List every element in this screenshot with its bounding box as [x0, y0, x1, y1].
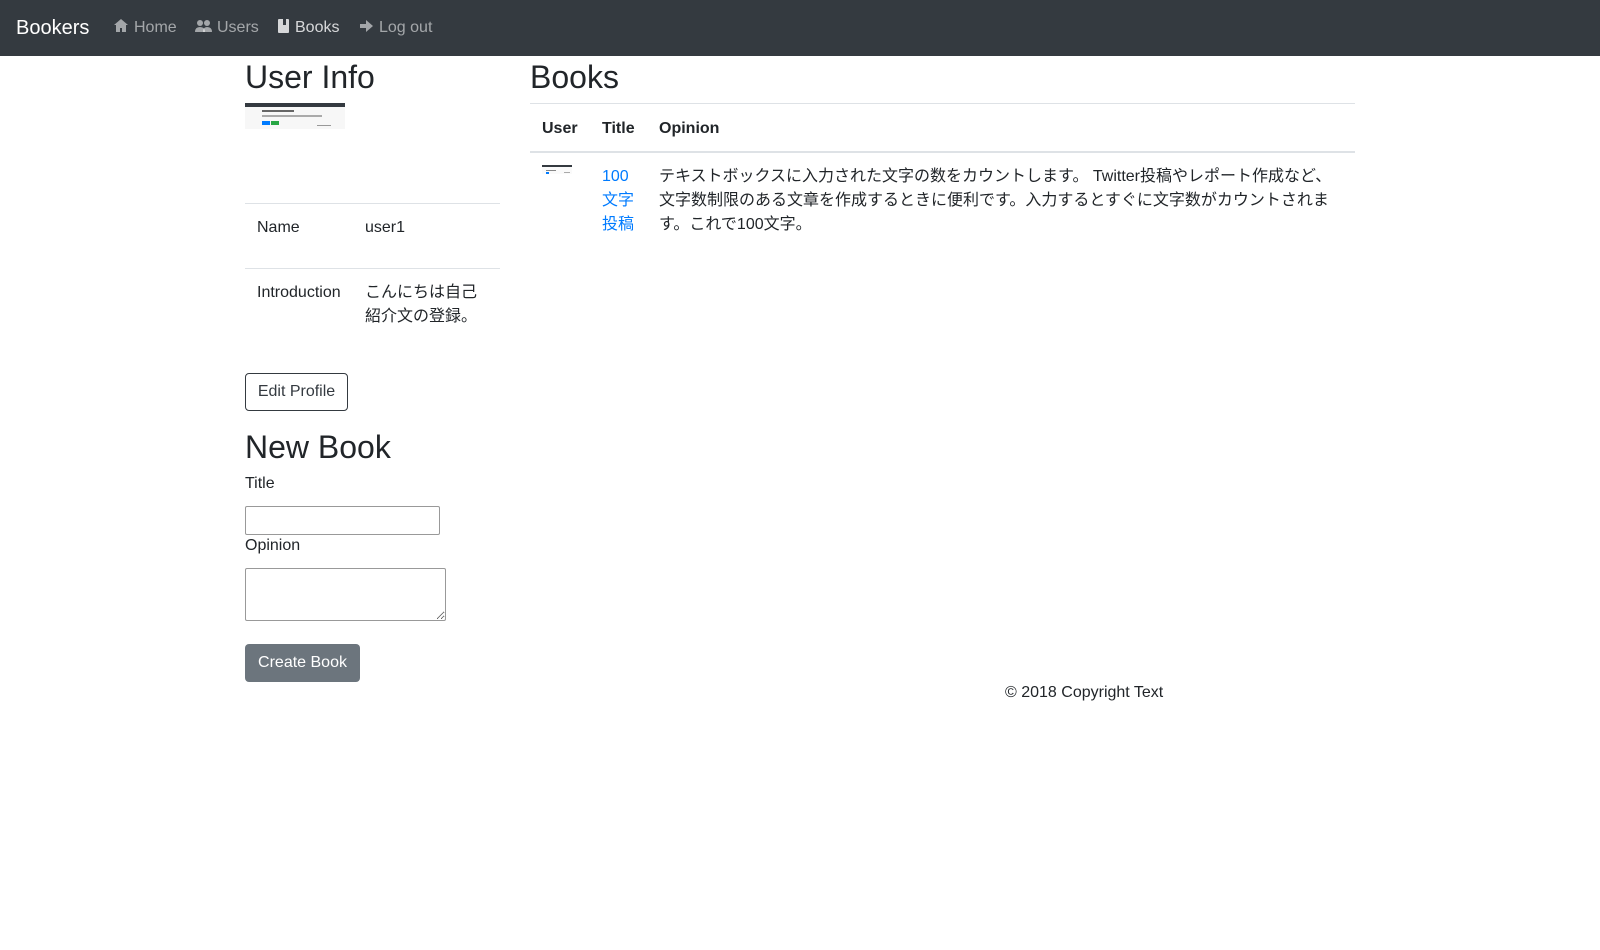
- user-info-heading: User Info: [245, 59, 375, 95]
- column-header-title: Title: [602, 120, 635, 137]
- name-value: user1: [365, 219, 406, 236]
- brand-logo-link[interactable]: Bookers: [16, 16, 89, 40]
- nav-users-label: Users: [217, 19, 259, 36]
- edit-profile-button[interactable]: Edit Profile: [245, 373, 348, 411]
- nav-logout-link[interactable]: Log out: [359, 17, 432, 39]
- book-user-image-link[interactable]: [542, 165, 572, 174]
- books-table-header: User Title Opinion: [530, 103, 1355, 153]
- column-header-opinion: Opinion: [659, 120, 720, 137]
- logout-arrow-icon: [360, 20, 373, 32]
- user-info-row-introduction: Introduction こんにちは自己紹介文の登録。: [245, 268, 500, 348]
- footer-copyright: © 2018 Copyright Text: [1005, 684, 1164, 701]
- user-info-table: Name user1 Introduction こんにちは自己紹介文の登録。: [245, 203, 500, 348]
- book-opinion-textarea[interactable]: [245, 568, 446, 621]
- opinion-label: Opinion: [245, 537, 301, 554]
- introduction-value: こんにちは自己紹介文の登録。: [365, 284, 478, 325]
- column-header-user: User: [542, 120, 578, 137]
- book-icon: [278, 19, 289, 33]
- book-title-input[interactable]: [245, 506, 440, 535]
- books-table: User Title Opinion 100文字投稿 テキストボックスに入力され…: [530, 103, 1355, 253]
- create-book-button[interactable]: Create Book: [245, 644, 360, 682]
- home-icon: [114, 19, 128, 32]
- name-label: Name: [257, 219, 300, 236]
- nav-home-link[interactable]: Home: [113, 17, 177, 39]
- nav-home-label: Home: [134, 19, 177, 36]
- nav-books-link[interactable]: Books: [277, 17, 339, 39]
- users-icon: [195, 20, 212, 32]
- books-heading: Books: [530, 59, 619, 95]
- book-opinion-text: テキストボックスに入力された文字の数をカウントします。 Twitter投稿やレポ…: [659, 168, 1332, 233]
- book-title-link[interactable]: 100文字投稿: [602, 165, 642, 237]
- navbar: Bookers Home Users Books Log out: [0, 0, 1600, 56]
- new-book-heading: New Book: [245, 429, 391, 465]
- title-label: Title: [245, 475, 275, 492]
- user-profile-image: [245, 103, 345, 129]
- nav-books-label: Books: [295, 19, 340, 36]
- introduction-label: Introduction: [257, 284, 341, 301]
- user-info-row-name: Name user1: [245, 203, 500, 268]
- nav-logout-label: Log out: [379, 19, 433, 36]
- table-row: 100文字投稿 テキストボックスに入力された文字の数をカウントします。 Twit…: [530, 153, 1355, 253]
- nav-users-link[interactable]: Users: [195, 17, 259, 39]
